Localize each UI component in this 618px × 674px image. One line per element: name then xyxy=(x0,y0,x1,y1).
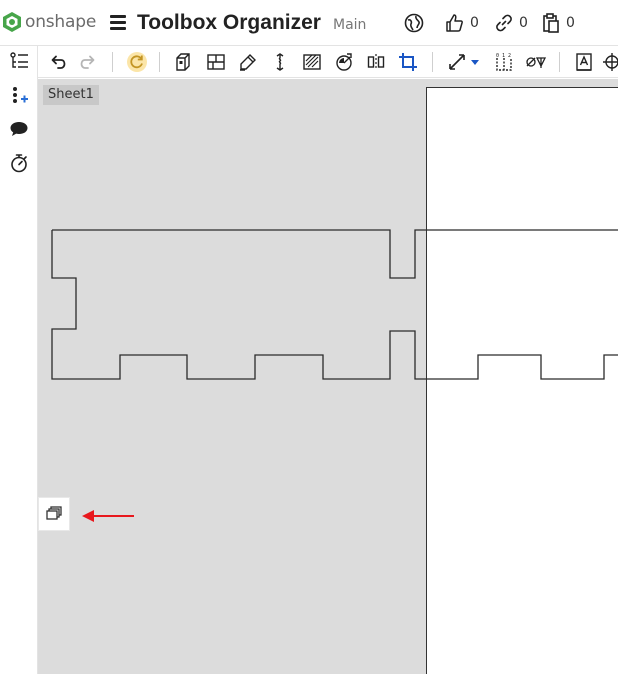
comments-icon[interactable] xyxy=(8,118,30,140)
drawing-toolbar: 0 1 2 xyxy=(38,46,618,78)
brand-name: onshape xyxy=(25,12,97,32)
ordinate-dimension-icon[interactable]: 0 1 2 xyxy=(493,51,515,73)
menu-icon[interactable] xyxy=(110,15,126,31)
drawing-canvas[interactable]: Sheet1 xyxy=(38,79,618,674)
note-icon[interactable] xyxy=(573,51,595,73)
feature-list-icon[interactable] xyxy=(8,50,30,72)
likes-button[interactable]: 0 xyxy=(444,13,479,33)
redo-icon[interactable] xyxy=(77,51,99,73)
globe-icon[interactable] xyxy=(404,13,424,33)
add-part-icon[interactable] xyxy=(8,84,30,106)
dimension-icon[interactable] xyxy=(446,51,468,73)
view-manager-button[interactable] xyxy=(38,497,70,531)
link-icon xyxy=(496,14,512,32)
break-view-icon[interactable] xyxy=(269,51,291,73)
onshape-logo-icon xyxy=(3,12,21,32)
top-header: onshape Toolbox Organizer Main 0 0 0 xyxy=(0,0,618,46)
centermark-icon[interactable] xyxy=(601,51,618,73)
section-view-icon[interactable] xyxy=(205,51,227,73)
crop-view-icon[interactable] xyxy=(397,51,419,73)
stopwatch-icon[interactable] xyxy=(8,152,30,174)
left-panel-outline xyxy=(51,229,618,380)
annotation-arrow xyxy=(82,510,134,522)
undo-icon[interactable] xyxy=(47,51,69,73)
onshape-logo[interactable]: onshape xyxy=(2,11,96,33)
hole-table-icon[interactable] xyxy=(525,51,547,73)
part-outline xyxy=(51,229,618,380)
clipboard-icon xyxy=(543,13,559,33)
stacked-views-icon xyxy=(46,506,62,520)
svg-text:0 1 2: 0 1 2 xyxy=(496,53,511,59)
thumbs-up-icon xyxy=(446,14,463,32)
hatch-icon[interactable] xyxy=(301,51,323,73)
mirror-view-icon[interactable] xyxy=(365,51,387,73)
copies-button[interactable]: 0 xyxy=(542,13,575,33)
branch-name[interactable]: Main xyxy=(333,17,366,33)
document-title[interactable]: Toolbox Organizer xyxy=(137,11,321,35)
links-count: 0 xyxy=(519,15,528,31)
left-rail xyxy=(0,46,38,674)
insert-view-icon[interactable] xyxy=(173,51,195,73)
copies-count: 0 xyxy=(566,15,575,31)
likes-count: 0 xyxy=(470,15,479,31)
regenerate-icon[interactable] xyxy=(126,51,148,73)
auxiliary-view-icon[interactable] xyxy=(333,51,355,73)
detail-view-icon[interactable] xyxy=(237,51,259,73)
links-button[interactable]: 0 xyxy=(495,13,528,33)
dimension-dropdown-icon[interactable] xyxy=(469,51,481,73)
